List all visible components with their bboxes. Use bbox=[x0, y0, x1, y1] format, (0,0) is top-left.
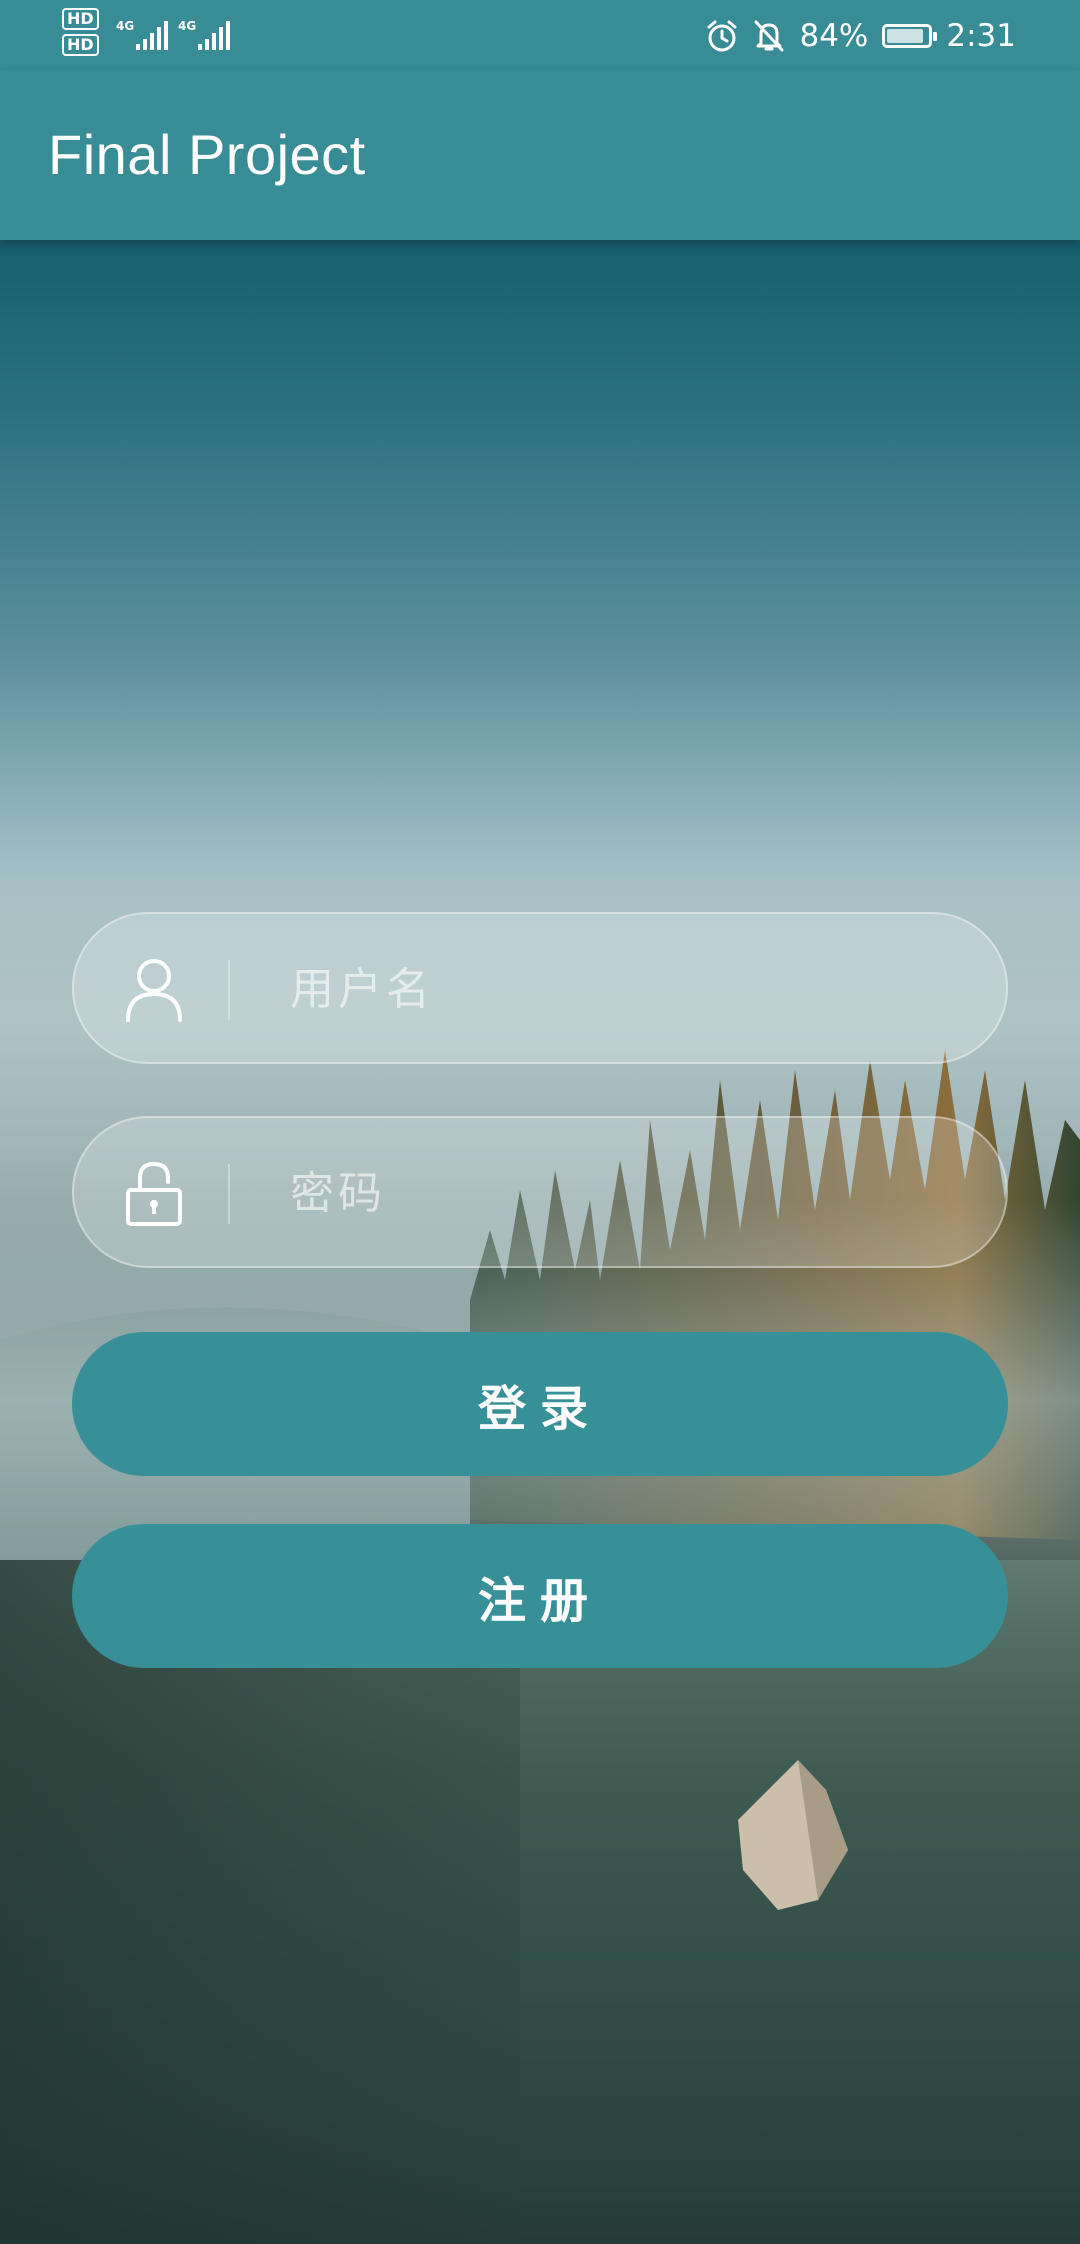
rock bbox=[738, 1760, 848, 1910]
alarm-icon bbox=[707, 20, 737, 52]
field-divider bbox=[228, 1164, 230, 1224]
clock: 2:31 bbox=[946, 18, 1016, 54]
sim1-hd-badge: HD bbox=[62, 8, 99, 30]
username-field[interactable] bbox=[72, 912, 1008, 1064]
bell-off-icon bbox=[754, 20, 784, 52]
signal-icon-sim2: 4G bbox=[178, 19, 230, 50]
user-icon bbox=[126, 959, 182, 1022]
status-bar: HD HD 4G 4G 84% 2:31 bbox=[0, 0, 1080, 70]
sim2-hd-badge: HD bbox=[62, 34, 99, 56]
field-divider bbox=[228, 960, 230, 1020]
app-title: Final Project bbox=[48, 123, 366, 186]
sim-indicators: HD HD bbox=[62, 8, 99, 60]
lock-icon bbox=[126, 1161, 182, 1226]
battery-percent: 84% bbox=[799, 18, 869, 54]
login-button[interactable]: 登录 bbox=[72, 1332, 1008, 1476]
battery-icon bbox=[882, 24, 938, 48]
svg-text:4G: 4G bbox=[178, 19, 196, 33]
signal-icon-sim1: 4G bbox=[116, 19, 168, 50]
app-bar: Final Project bbox=[0, 70, 1080, 240]
status-right: 84% 2:31 bbox=[705, 14, 1016, 58]
svg-text:4G: 4G bbox=[116, 19, 134, 33]
register-button[interactable]: 注册 bbox=[72, 1524, 1008, 1668]
password-field[interactable] bbox=[72, 1116, 1008, 1268]
password-input[interactable] bbox=[288, 1118, 972, 1268]
username-input[interactable] bbox=[288, 914, 972, 1064]
